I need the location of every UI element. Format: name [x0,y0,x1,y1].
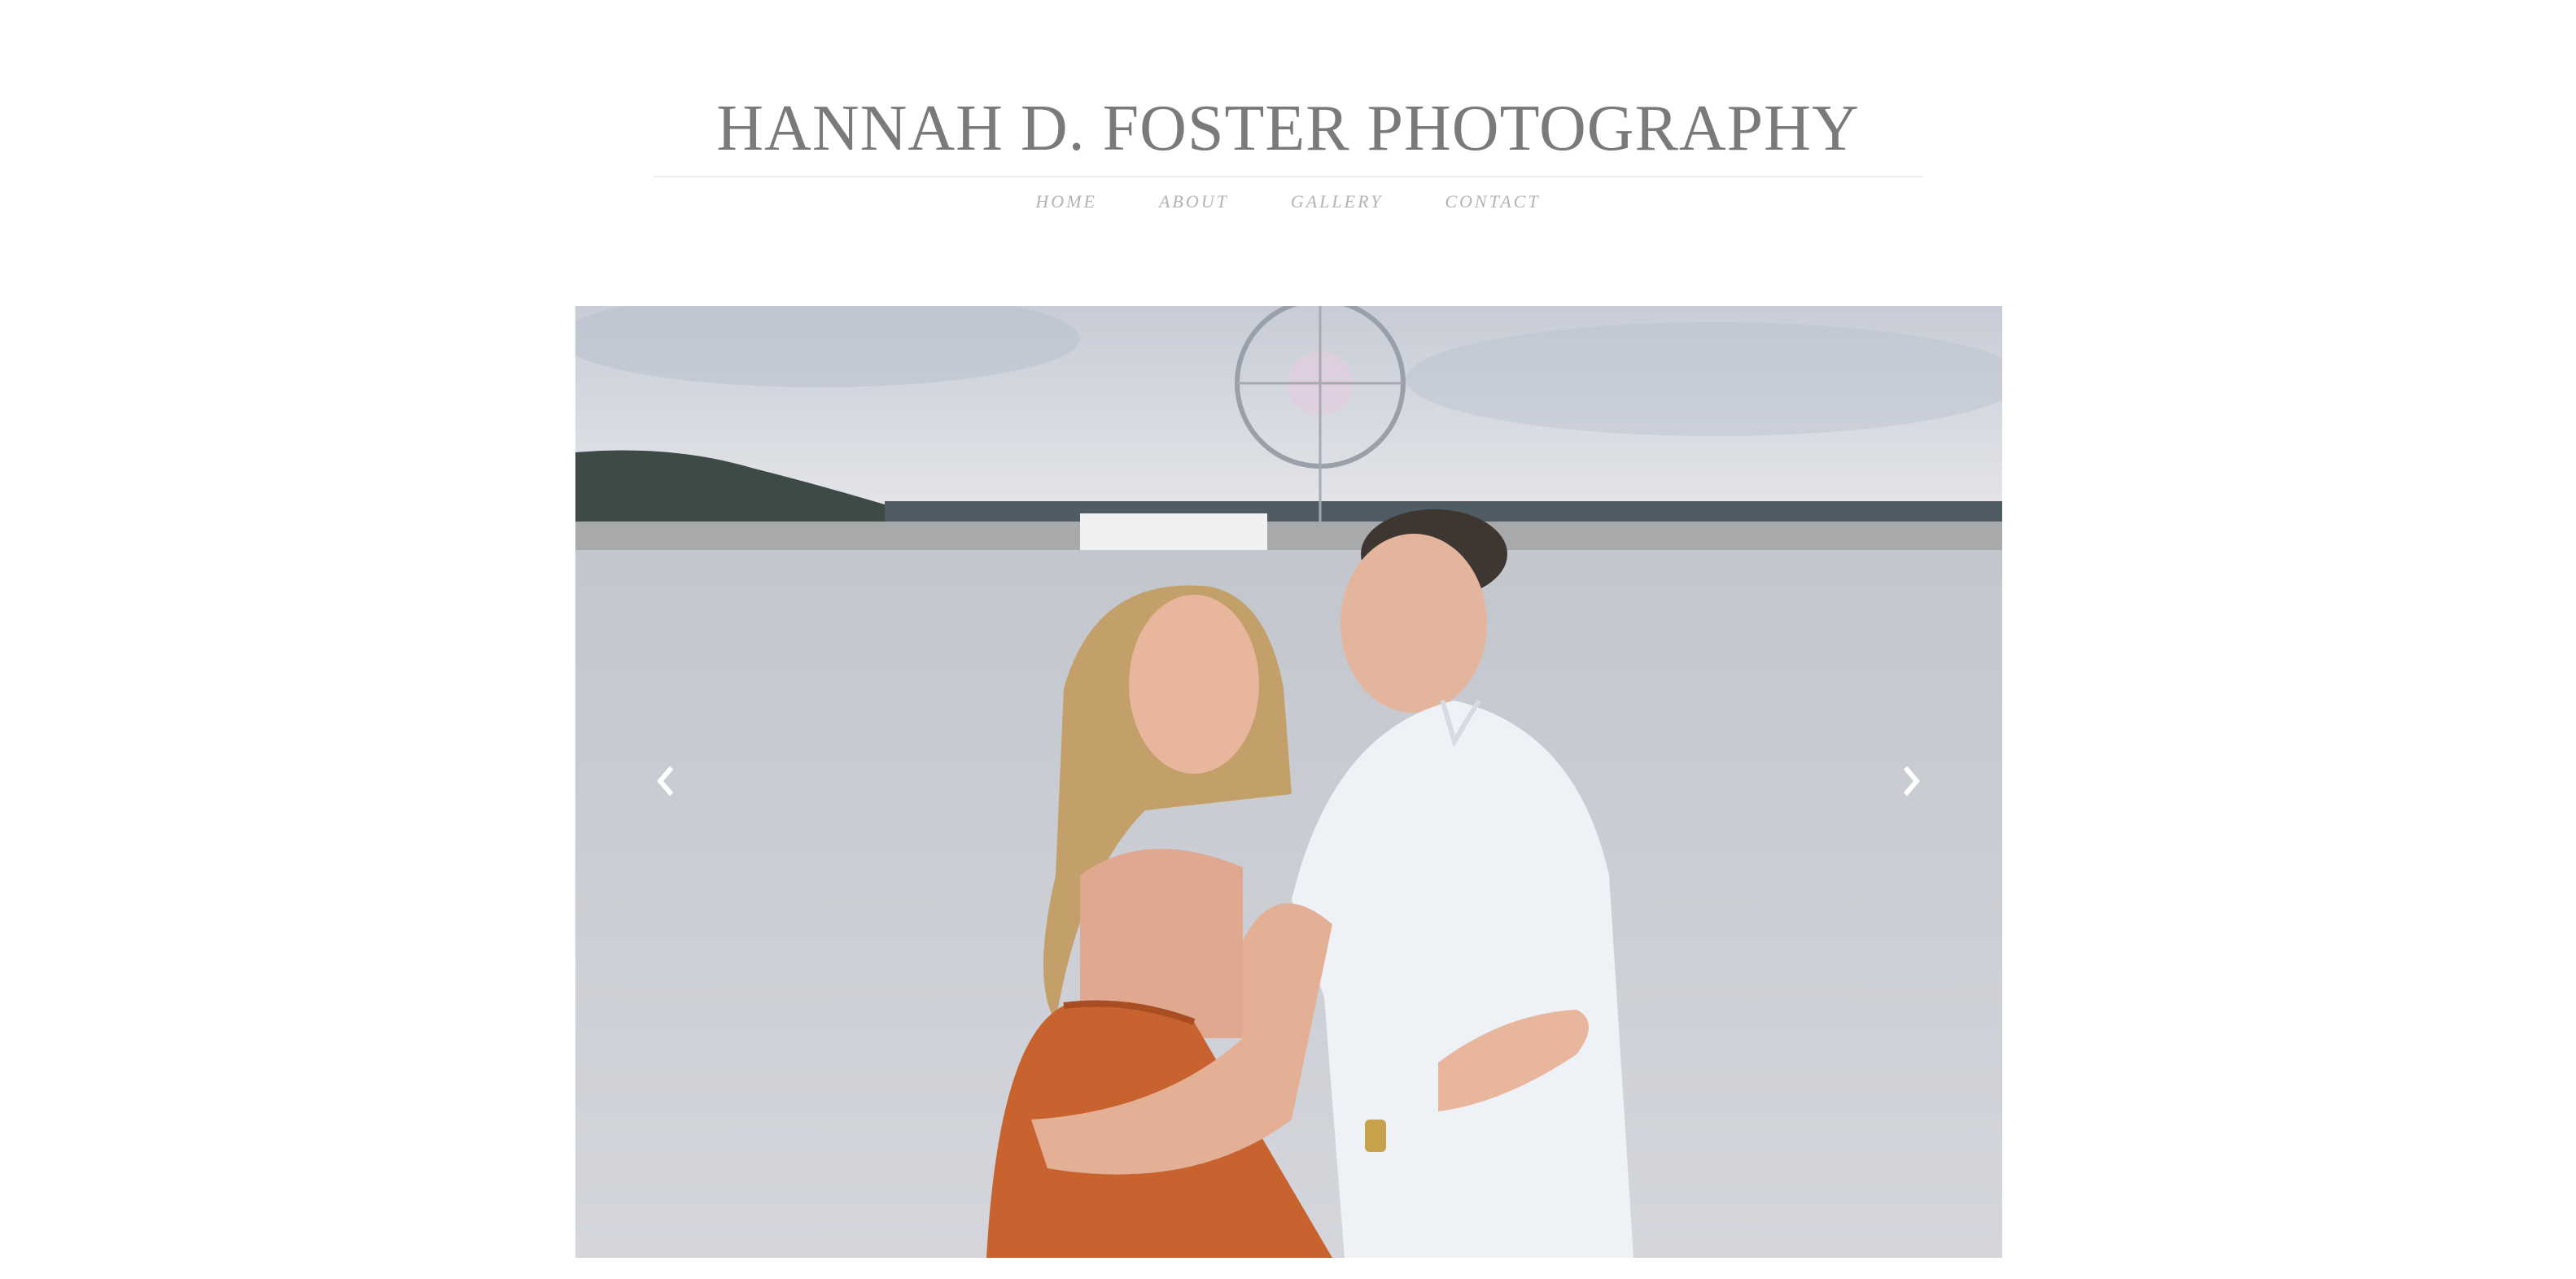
photo-slider[interactable] [575,306,2002,1258]
slider-next-button[interactable] [1895,757,1927,805]
chevron-left-icon [657,766,674,796]
chevron-right-icon [1903,766,1920,796]
nav-item-contact[interactable]: CONTACT [1445,189,1540,215]
nav-item-gallery[interactable]: GALLERY [1291,189,1384,215]
site-title[interactable]: HANNAH D. FOSTER PHOTOGRAPHY [0,88,2576,169]
title-divider [654,176,1923,177]
slider-photo [575,306,2002,1258]
nav-item-home[interactable]: HOME [1035,189,1097,215]
nav-item-about[interactable]: ABOUT [1159,189,1229,215]
slider-prev-button[interactable] [649,757,682,805]
main-nav: HOME ABOUT GALLERY CONTACT [0,189,2576,215]
